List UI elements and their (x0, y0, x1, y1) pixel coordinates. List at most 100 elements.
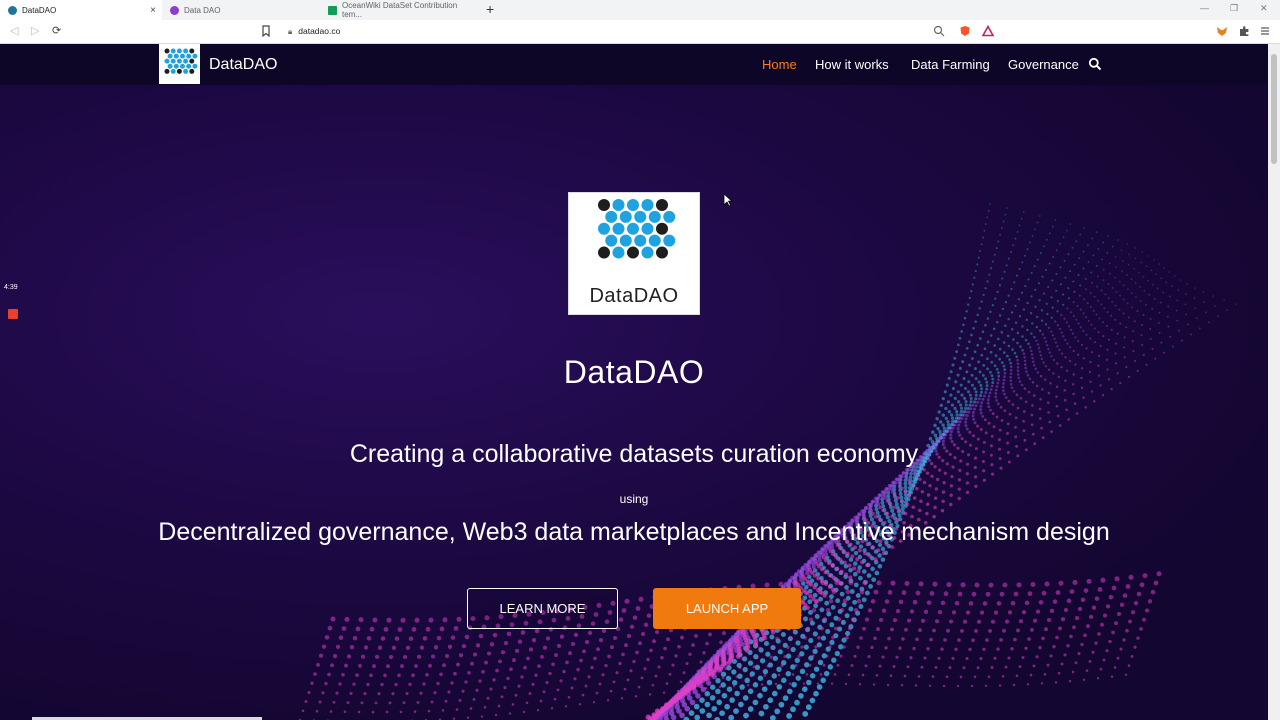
brave-rewards-icon[interactable] (982, 25, 994, 37)
wave-particle (1214, 305, 1216, 307)
minimize-icon[interactable]: — (1200, 3, 1209, 13)
wave-particle (1133, 645, 1137, 649)
stop-recording-button[interactable] (8, 309, 18, 319)
nav-governance[interactable]: Governance (1008, 57, 1079, 72)
wave-particle (1051, 306, 1054, 309)
wave-particle (795, 675, 802, 681)
wave-particle (1123, 336, 1126, 339)
wave-particle (992, 327, 996, 331)
nav-home[interactable]: Home (762, 57, 797, 72)
wave-particle (1093, 295, 1096, 298)
wave-particle (1090, 281, 1093, 284)
wave-particle (1040, 682, 1044, 685)
wave-particle (1101, 321, 1104, 324)
wave-particle (1047, 411, 1050, 414)
wave-particle (1083, 227, 1085, 229)
wave-particle (868, 584, 873, 589)
scrollbar-thumb[interactable] (1271, 54, 1277, 164)
wave-particle (991, 260, 995, 263)
wave-particle (1069, 223, 1071, 225)
wave-particle (989, 310, 992, 314)
wave-particle (1134, 247, 1137, 249)
wave-particle (728, 714, 735, 720)
hero-subline: Decentralized governance, Web3 data mark… (158, 518, 1110, 546)
restore-icon[interactable]: ❐ (1230, 3, 1238, 14)
logo-dot (663, 210, 676, 223)
menu-icon[interactable] (1259, 25, 1271, 37)
launch-app-button[interactable]: LAUNCH APP (653, 588, 801, 629)
logo-dot (167, 63, 173, 69)
wave-particle (782, 695, 789, 701)
wave-particle (1041, 590, 1047, 596)
wave-particle (829, 622, 835, 628)
zoom-icon[interactable] (933, 25, 945, 37)
wave-particle (517, 639, 523, 644)
wave-particle (897, 477, 902, 481)
wave-particle (827, 584, 832, 589)
wave-particle (1032, 618, 1038, 623)
window-close-icon[interactable]: ✕ (1260, 3, 1268, 14)
wave-particle (643, 667, 647, 671)
wave-particle (947, 410, 951, 414)
wave-particle (844, 682, 848, 686)
wave-particle (833, 673, 837, 676)
wave-particle (1102, 241, 1105, 244)
wave-particle (823, 570, 828, 575)
wave-particle (862, 626, 866, 631)
wave-particle (1045, 238, 1048, 241)
reload-icon[interactable]: ⟳ (52, 25, 61, 37)
nav-how-it-works[interactable]: How it works (815, 57, 889, 72)
wave-particle (812, 573, 818, 578)
wave-particle (397, 673, 401, 678)
logo-dot (612, 199, 625, 211)
logo-dot (656, 222, 668, 235)
tab-oceanwiki[interactable]: OceanWiki DataSet Contribution tem... (320, 0, 482, 20)
wave-particle (841, 602, 847, 608)
wave-particle (693, 703, 700, 710)
nav-data-farming[interactable]: Data Farming (911, 57, 990, 72)
wave-particle (1038, 350, 1042, 353)
wave-particle (1044, 340, 1048, 343)
wave-particle (834, 580, 840, 586)
wave-particle (895, 655, 899, 659)
wave-particle (944, 416, 948, 421)
wave-particle (425, 673, 429, 677)
tab-datadao[interactable]: DataDAO × (0, 0, 162, 20)
wave-particle (988, 582, 994, 588)
wave-particle (663, 702, 670, 708)
address-bar[interactable]: 🔒︎ datadao.co (288, 26, 340, 37)
learn-more-button[interactable]: LEARN MORE (467, 588, 618, 629)
wave-particle (573, 632, 579, 638)
wave-particle (1082, 329, 1085, 333)
wave-particle (1029, 312, 1033, 315)
close-icon[interactable]: × (150, 5, 156, 16)
new-tab-button[interactable]: + (486, 2, 494, 16)
wave-particle (377, 645, 383, 650)
wave-particle (1021, 655, 1025, 660)
metamask-icon[interactable] (1216, 25, 1228, 37)
page-scrollbar[interactable] (1268, 44, 1280, 720)
wave-particle (1079, 284, 1082, 287)
wave-particle (755, 656, 759, 660)
search-icon[interactable] (1088, 57, 1102, 71)
forward-icon[interactable]: ▷ (31, 25, 39, 37)
brave-shield-icon[interactable] (959, 25, 971, 37)
wave-particle (983, 418, 987, 422)
wave-particle (980, 390, 983, 394)
wave-particle (1074, 616, 1080, 621)
wave-particle (1150, 269, 1153, 272)
wave-particle (694, 714, 701, 720)
extensions-icon[interactable] (1238, 25, 1250, 37)
tab-data-dao[interactable]: Data DAO (162, 0, 324, 20)
wave-particle (982, 469, 986, 473)
wave-particle (802, 710, 809, 717)
bookmark-icon[interactable] (260, 25, 272, 37)
wave-particle (858, 683, 862, 686)
wave-particle (1002, 220, 1005, 223)
brand-logo[interactable] (159, 44, 200, 84)
brand-name[interactable]: DataDAO (209, 56, 277, 74)
wave-particle (528, 647, 534, 652)
wave-particle (808, 663, 812, 667)
wave-particle (1203, 301, 1205, 303)
back-icon[interactable]: ◁ (10, 25, 18, 37)
